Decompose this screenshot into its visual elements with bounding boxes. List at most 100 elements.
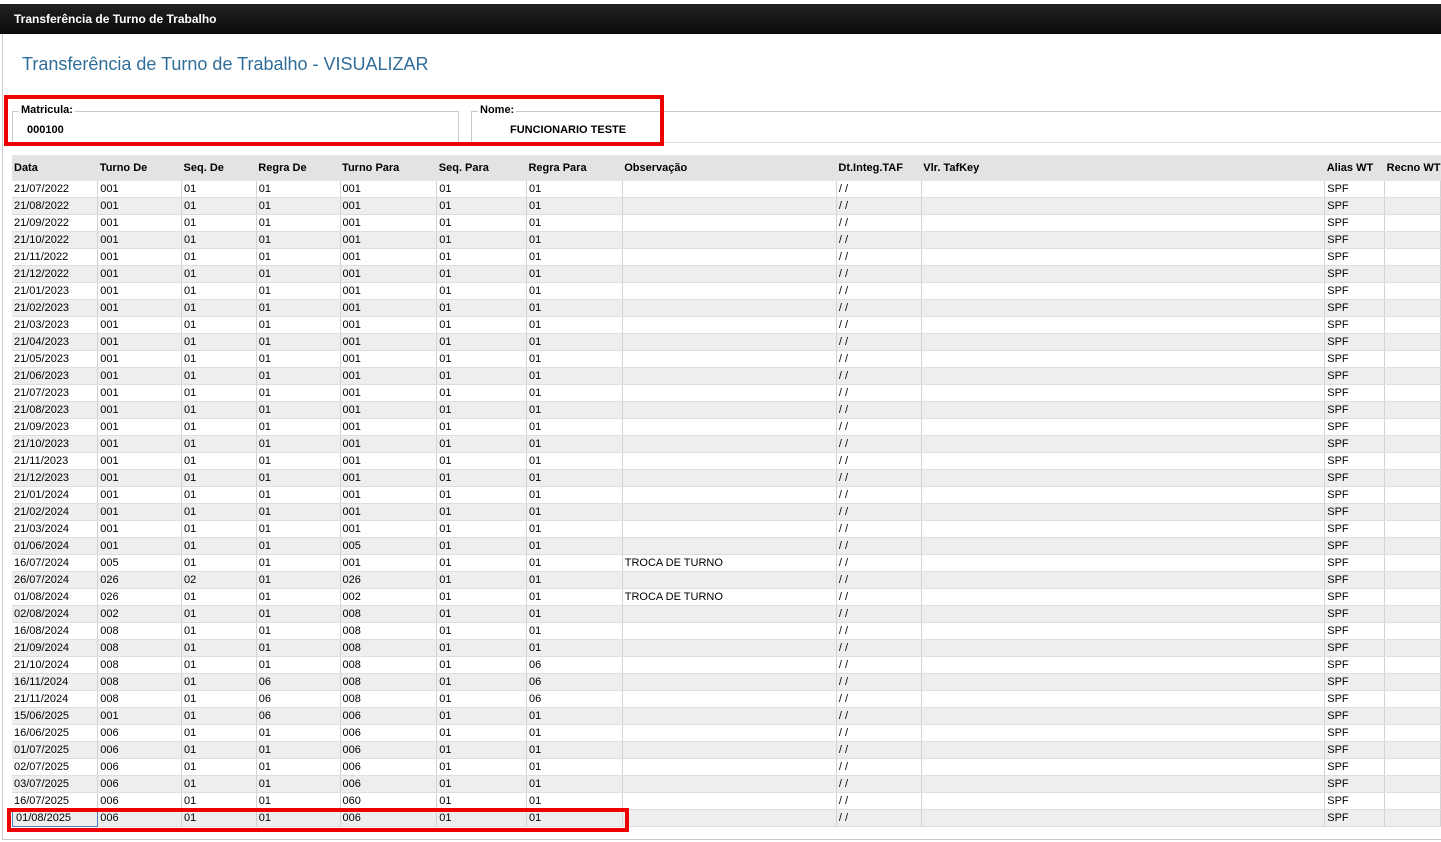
table-cell[interactable] [1384,181,1441,198]
table-cell[interactable] [1384,503,1441,521]
table-cell[interactable]: 01 [526,792,623,810]
table-cell[interactable] [1384,758,1441,776]
table-cell[interactable] [921,435,1326,453]
table-cell[interactable]: 16/07/2024 [12,554,99,572]
table-cell[interactable]: 01 [436,537,527,555]
table-cell[interactable]: SPF [1324,486,1386,504]
table-cell[interactable]: 006 [340,741,438,759]
table-cell[interactable]: SPF [1324,299,1386,317]
table-cell[interactable] [622,571,837,589]
table-cell[interactable] [921,605,1326,623]
table-cell[interactable]: / / [836,316,922,334]
table-cell[interactable]: 21/12/2022 [12,265,99,283]
table-cell[interactable]: 01 [436,724,527,742]
table-cell[interactable] [622,605,837,623]
table-cell[interactable]: 01 [181,452,257,470]
column-header[interactable]: Recno WT [1384,155,1441,181]
table-cell[interactable]: 01 [436,197,527,215]
table-cell[interactable]: / / [836,724,922,742]
table-cell[interactable]: 008 [97,690,183,708]
table-cell[interactable]: 01 [526,197,623,215]
table-cell[interactable] [921,775,1326,793]
table-cell[interactable]: 01 [526,452,623,470]
table-cell[interactable]: 006 [97,775,183,793]
table-cell[interactable]: 01 [181,181,257,198]
table-cell[interactable]: 16/11/2024 [12,673,99,691]
table-cell[interactable]: 01 [526,181,623,198]
table-cell[interactable]: 006 [340,724,438,742]
table-row[interactable]: 21/10/2022 001 01 01 001 01 01/ / SPF [12,231,1441,249]
table-cell[interactable]: 02/07/2025 [12,758,99,776]
table-cell[interactable]: 01 [256,350,341,368]
table-cell[interactable]: 001 [97,520,183,538]
table-cell[interactable]: 01 [526,809,623,827]
table-cell[interactable]: SPF [1324,452,1386,470]
column-header[interactable]: Turno De [97,155,182,181]
table-cell[interactable]: 21/07/2022 [12,181,99,198]
table-cell[interactable]: / / [836,265,922,283]
table-cell[interactable] [622,741,837,759]
table-cell[interactable]: 01 [526,520,623,538]
table-row[interactable]: 21/11/2023 001 01 01 001 01 01/ / SPF [12,452,1441,470]
table-cell[interactable]: 001 [97,181,183,198]
table-cell[interactable]: 001 [340,333,438,351]
table-cell[interactable]: 001 [340,418,438,436]
table-cell[interactable] [1384,809,1441,827]
table-cell[interactable]: 001 [340,214,438,232]
table-cell[interactable]: 01 [181,690,257,708]
table-cell[interactable]: 01 [526,707,623,725]
table-cell[interactable]: 01 [181,231,257,249]
table-cell[interactable]: 06 [256,690,341,708]
table-cell[interactable]: 006 [97,741,183,759]
table-cell[interactable]: 01 [436,214,527,232]
table-cell[interactable]: 001 [340,282,438,300]
table-cell[interactable]: 21/10/2023 [12,435,99,453]
table-cell[interactable] [622,248,837,266]
table-row[interactable]: 21/02/2024 001 01 01 001 01 01/ / SPF [12,503,1441,521]
table-cell[interactable]: 001 [340,469,438,487]
table-cell[interactable]: 01 [436,571,527,589]
table-cell[interactable] [1384,690,1441,708]
table-row[interactable]: 21/07/2023 001 01 01 001 01 01/ / SPF [12,384,1441,402]
table-cell[interactable]: 01 [256,231,341,249]
table-cell[interactable] [1384,299,1441,317]
table-cell[interactable]: 01 [256,181,341,198]
table-cell[interactable]: 01 [436,503,527,521]
table-cell[interactable] [622,181,837,198]
table-cell[interactable]: 001 [340,350,438,368]
table-cell[interactable]: 001 [97,537,183,555]
column-header[interactable]: Vlr. TafKey [921,155,1325,181]
table-cell[interactable]: 01 [256,520,341,538]
table-cell[interactable]: 01 [526,503,623,521]
table-cell[interactable]: 01/06/2024 [12,537,99,555]
table-cell[interactable]: 01 [181,809,257,827]
table-cell[interactable] [921,809,1326,827]
table-cell[interactable]: 01 [256,401,341,419]
table-cell[interactable]: 01 [256,214,341,232]
table-cell[interactable]: 01 [436,231,527,249]
table-cell[interactable] [1384,333,1441,351]
table-cell[interactable] [622,758,837,776]
table-cell[interactable] [1384,384,1441,402]
table-cell[interactable]: 001 [97,452,183,470]
table-cell[interactable]: / / [836,690,922,708]
table-cell[interactable]: 008 [340,690,438,708]
table-cell[interactable]: TROCA DE TURNO [622,588,837,606]
table-cell[interactable]: 008 [97,639,183,657]
table-cell[interactable]: 01 [256,571,341,589]
column-header[interactable]: Regra De [256,155,341,181]
column-header[interactable]: Regra Para [526,155,623,181]
table-row[interactable]: 21/09/2024 008 01 01 008 01 01/ / SPF [12,639,1441,657]
table-cell[interactable]: 21/07/2023 [12,384,99,402]
table-cell[interactable]: 01 [436,452,527,470]
table-cell[interactable]: 01 [181,503,257,521]
table-cell[interactable]: 01 [436,775,527,793]
table-cell[interactable]: 001 [340,231,438,249]
table-cell[interactable]: SPF [1324,792,1386,810]
table-cell[interactable]: 001 [97,231,183,249]
table-cell[interactable]: / / [836,418,922,436]
table-cell[interactable]: 01 [181,384,257,402]
table-cell[interactable] [921,181,1326,198]
table-cell[interactable]: 001 [97,282,183,300]
table-cell[interactable] [921,469,1326,487]
